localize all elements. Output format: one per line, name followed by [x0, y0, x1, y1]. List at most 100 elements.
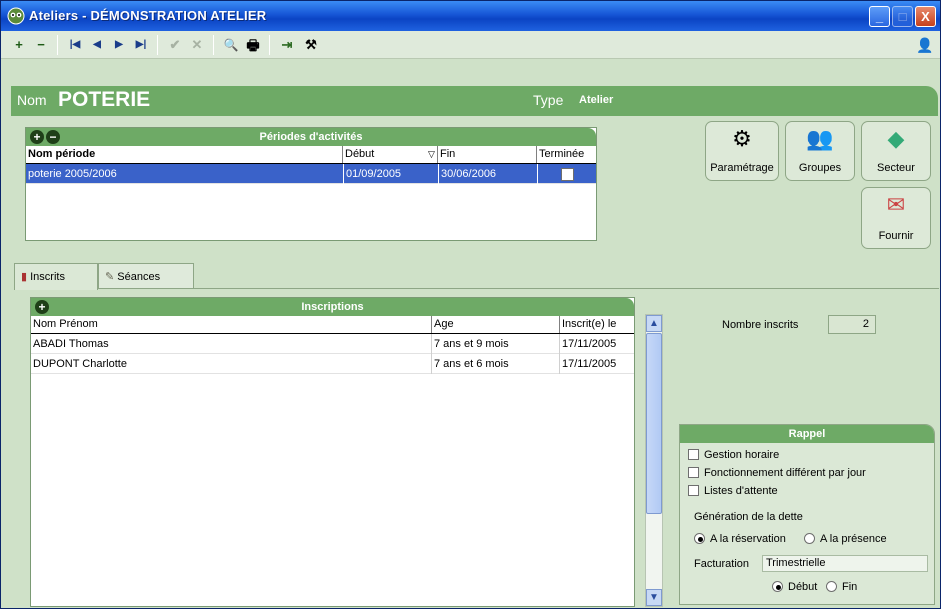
sector-blocks-icon: ◆ [887, 126, 905, 151]
inscriptions-title: Inscriptions [301, 301, 364, 313]
student-date: 17/11/2005 [562, 338, 617, 350]
validate-icon[interactable]: ✔ [165, 35, 185, 55]
rappel-title: Rappel [680, 425, 934, 443]
add-record-icon[interactable]: + [9, 35, 29, 55]
facturation-field[interactable]: Trimestrielle [762, 555, 928, 572]
column-age[interactable]: Age [432, 316, 560, 333]
title-bar[interactable]: Ateliers - DÉMONSTRATION ATELIER _ □ X [1, 1, 940, 31]
exit-icon[interactable]: ⇥ [277, 35, 297, 55]
column-nom-prenom[interactable]: Nom Prénom [31, 316, 432, 333]
scroll-down-button[interactable]: ▼ [646, 589, 662, 606]
table-row[interactable]: poterie 2005/2006 01/09/2005 30/06/2006 [26, 164, 596, 184]
gestion-horaire-checkbox[interactable]: Gestion horaire [688, 449, 779, 461]
period-end: 30/06/2006 [438, 164, 537, 184]
inscriptions-scrollbar[interactable]: ▲ ▼ [645, 314, 663, 607]
toolbar-separator [157, 35, 158, 55]
radio-dot[interactable] [804, 533, 815, 544]
remove-period-icon[interactable]: − [46, 130, 60, 144]
next-record-icon[interactable]: ▶ [109, 35, 129, 55]
nombre-inscrits-value: 2 [828, 315, 876, 334]
add-inscription-icon[interactable]: + [35, 300, 49, 314]
radio-dot[interactable] [772, 581, 783, 592]
fournir-button[interactable]: ✉ Fournir [861, 187, 931, 249]
tab-inscrits-label: Inscrits [30, 271, 65, 283]
inscriptions-grid: + Inscriptions Nom Prénom Age Inscrit(e)… [30, 297, 635, 607]
column-debut[interactable]: Début [343, 146, 438, 163]
people-icon: ▮ [21, 271, 28, 283]
secteur-button[interactable]: ◆ Secteur [861, 121, 931, 181]
dette-reservation-radio[interactable]: A la réservation [694, 533, 786, 545]
window-title: Ateliers - DÉMONSTRATION ATELIER [29, 8, 267, 23]
checkbox-box[interactable] [688, 485, 699, 496]
tab-inscrits[interactable]: ▮ Inscrits [14, 263, 98, 290]
search-icon[interactable]: 🔍 [221, 35, 241, 55]
terminee-checkbox[interactable] [560, 167, 574, 181]
column-inscrit-le[interactable]: Inscrit(e) le [560, 316, 634, 333]
nom-value: POTERIE [58, 88, 151, 111]
last-record-icon[interactable]: ▶| [131, 35, 151, 55]
toolbar: + − |◀ ◀ ▶ ▶| ✔ ✕ 🔍 🖶 ⇥ ⚒ 👤 [1, 31, 940, 59]
periods-title: Périodes d'activités [259, 131, 363, 143]
dette-reservation-label: A la réservation [710, 533, 786, 545]
student-date: 17/11/2005 [562, 358, 617, 370]
radio-dot[interactable] [694, 533, 705, 544]
checkbox-box[interactable] [688, 467, 699, 478]
parametrage-button[interactable]: ⚙ Paramétrage [705, 121, 779, 181]
toolbar-separator [269, 35, 270, 55]
record-header: Nom POTERIE Type Atelier [11, 86, 938, 116]
scroll-up-button[interactable]: ▲ [646, 315, 662, 332]
type-value: Atelier [579, 94, 614, 106]
tab-seances[interactable]: ✎ Séances [98, 263, 194, 289]
listes-attente-checkbox[interactable]: Listes d'attente [688, 485, 778, 497]
student-age: 7 ans et 9 mois [432, 334, 560, 354]
delete-record-icon[interactable]: − [31, 35, 51, 55]
add-period-icon[interactable]: + [30, 130, 44, 144]
fin-radio[interactable]: Fin [826, 581, 857, 593]
column-fin[interactable]: Fin [438, 146, 537, 163]
first-record-icon[interactable]: |◀ [65, 35, 85, 55]
parametrage-label: Paramétrage [710, 162, 774, 174]
fonctionnement-label: Fonctionnement différent par jour [704, 467, 866, 479]
debut-radio[interactable]: Début [772, 581, 817, 593]
periods-grid: + − Périodes d'activités Nom période Déb… [25, 127, 597, 241]
atelier-window: Ateliers - DÉMONSTRATION ATELIER _ □ X +… [0, 0, 941, 609]
period-start: 01/09/2005 [343, 164, 438, 184]
app-icon [7, 7, 25, 25]
groupes-button[interactable]: 👥 Groupes [785, 121, 855, 181]
dette-presence-label: A la présence [820, 533, 887, 545]
secteur-label: Secteur [877, 162, 915, 174]
facturation-label: Facturation [694, 558, 750, 570]
student-name: DUPONT Charlotte [31, 354, 432, 374]
nom-label: Nom [17, 92, 47, 108]
fournir-label: Fournir [878, 230, 914, 242]
scroll-thumb[interactable] [646, 333, 662, 514]
radio-dot[interactable] [826, 581, 837, 592]
column-nom-periode[interactable]: Nom période [26, 146, 343, 163]
person-icon[interactable]: 👤 [915, 35, 935, 55]
minimize-button[interactable]: _ [869, 6, 890, 27]
toolbar-separator [57, 35, 58, 55]
fonctionnement-checkbox[interactable]: Fonctionnement différent par jour [688, 467, 866, 479]
tab-seances-label: Séances [117, 271, 161, 283]
close-button[interactable]: X [915, 6, 936, 27]
fin-label: Fin [842, 581, 858, 593]
tools-icon[interactable]: ⚒ [301, 35, 321, 55]
cancel-icon[interactable]: ✕ [187, 35, 207, 55]
period-done-cell [537, 164, 596, 184]
listes-attente-label: Listes d'attente [704, 485, 778, 497]
period-name: poterie 2005/2006 [28, 168, 117, 180]
table-row[interactable]: DUPONT Charlotte 7 ans et 6 mois 17/11/2… [31, 354, 634, 374]
column-terminee[interactable]: Terminée [537, 146, 596, 163]
settings-gear-icon: ⚙ [732, 126, 752, 151]
dette-presence-radio[interactable]: A la présence [804, 533, 887, 545]
student-age: 7 ans et 6 mois [432, 354, 560, 374]
toolbar-separator [213, 35, 214, 55]
checkbox-box[interactable] [688, 449, 699, 460]
table-row[interactable]: ABADI Thomas 7 ans et 9 mois 17/11/2005 [31, 334, 634, 354]
previous-record-icon[interactable]: ◀ [87, 35, 107, 55]
nombre-inscrits-label: Nombre inscrits [722, 319, 799, 331]
periods-columns: Nom période Début ▽ Fin Terminée [26, 146, 596, 164]
sort-icon[interactable]: ▽ [426, 146, 438, 163]
maximize-button[interactable]: □ [892, 6, 913, 27]
print-icon[interactable]: 🖶 [243, 35, 263, 55]
